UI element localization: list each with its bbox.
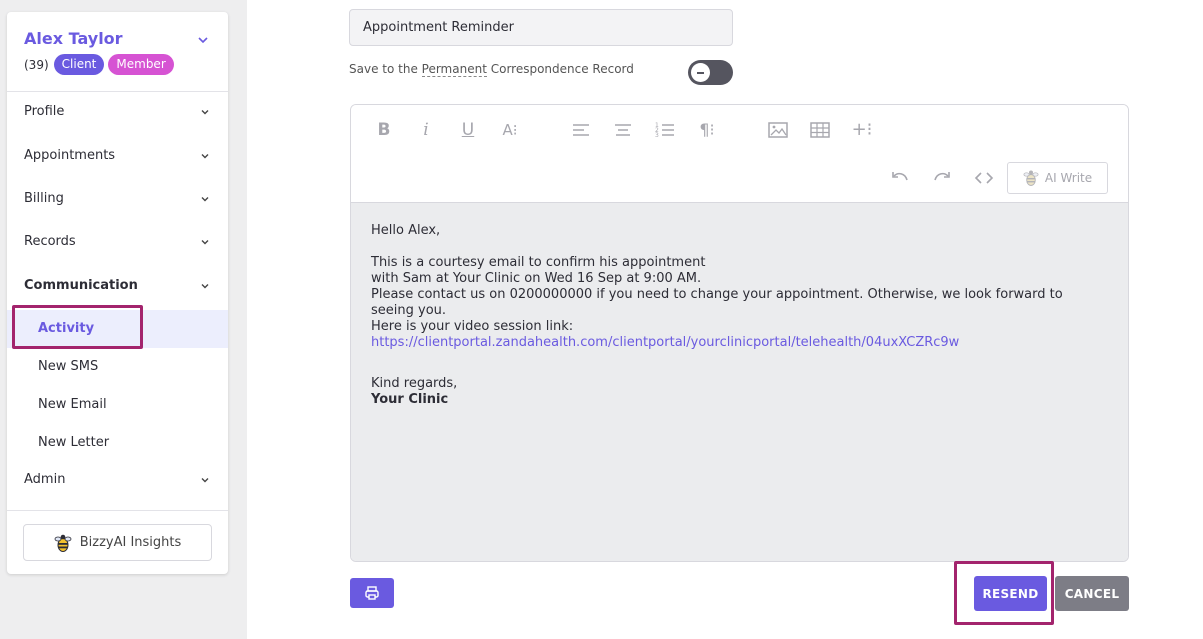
sidebar-subitem-label: Activity [38,321,95,336]
insert-more-icon[interactable]: +⁝ [851,119,873,141]
body-closing: Kind regards, [371,376,458,391]
bee-icon [54,534,72,552]
sidebar-item-billing[interactable]: Billing [7,179,228,221]
ordered-list-icon[interactable]: 123 [654,119,676,141]
body-line: Please contact us on 0200000000 if you n… [371,287,1063,318]
body-line: Here is your video session link: [371,319,574,334]
telehealth-link[interactable]: https://clientportal.zandahealth.com/cli… [371,335,959,350]
chevron-down-icon [201,197,209,202]
chevron-down-icon [201,110,209,115]
sidebar-item-records[interactable]: Records [7,222,228,264]
sidebar-subitem-new-email[interactable]: New Email [7,386,228,424]
save-label-prefix: Save to the [349,62,422,76]
sidebar-item-profile[interactable]: Profile [7,92,228,134]
sidebar-item-label: Profile [24,104,65,119]
sidebar-subitem-label: New Email [38,397,107,412]
sidebar-item-label: Communication [24,278,138,293]
chevron-down-icon [201,154,209,159]
client-badge: Client [53,54,105,75]
chevron-down-icon[interactable] [197,34,209,46]
sidebar-item-label: Billing [24,191,64,206]
sidebar-subitem-label: New Letter [38,435,110,450]
permanent-term[interactable]: Permanent [421,62,487,77]
patient-header: Alex Taylor (39) Client Member [7,12,228,92]
align-left-icon[interactable] [570,119,592,141]
patient-meta: (39) Client Member [24,54,174,75]
save-permanent-toggle[interactable] [688,60,733,85]
chevron-down-icon [201,240,209,245]
sidebar-subitem-new-letter[interactable]: New Letter [7,424,228,462]
sidebar-item-label: Admin [24,472,66,487]
print-button[interactable] [350,578,394,608]
bee-icon [1023,170,1039,186]
bizzyai-insights-button[interactable]: BizzyAI Insights [23,524,212,561]
bizzyai-insights-label: BizzyAI Insights [79,535,182,550]
chevron-down-icon [201,478,209,483]
rich-text-editor: B i U A⁝ 123 ¶⁝ +⁝ AI Write Hello Alex, [350,104,1129,562]
email-body[interactable]: Hello Alex, This is a courtesy email to … [351,203,1128,561]
body-greeting: Hello Alex, [371,223,441,238]
body-line: This is a courtesy email to confirm his … [371,255,706,270]
sidebar-subitem-activity[interactable]: Activity [7,305,228,349]
body-signature: Your Clinic [371,392,449,407]
patient-count: (39) [24,57,49,72]
table-icon[interactable] [809,119,831,141]
save-label-suffix: Correspondence Record [486,62,634,76]
underline-icon[interactable]: U [457,119,479,141]
patient-sidebar: Alex Taylor (39) Client Member Profile A… [7,12,228,574]
sidebar-item-admin[interactable]: Admin [7,460,228,502]
sidebar-subitem-label: New SMS [38,359,99,374]
align-center-icon[interactable] [612,119,634,141]
ai-write-button[interactable]: AI Write [1007,162,1108,194]
svg-text:3: 3 [655,132,659,139]
redo-icon[interactable] [931,167,953,189]
code-view-icon[interactable] [973,167,995,189]
undo-icon[interactable] [889,167,911,189]
body-line: with Sam at Your Clinic on Wed 16 Sep at… [371,271,702,286]
member-badge: Member [108,54,174,75]
cancel-button[interactable]: CANCEL [1055,576,1129,611]
ai-write-label: AI Write [1044,171,1093,185]
paragraph-icon[interactable]: ¶⁝ [696,119,718,141]
bold-icon[interactable]: B [373,119,395,141]
toggle-knob [691,63,710,82]
printer-icon [365,586,379,600]
font-size-icon[interactable]: A⁝ [499,119,521,141]
italic-icon[interactable]: i [415,119,437,141]
resend-button[interactable]: RESEND [974,576,1047,611]
sidebar-subitem-new-sms[interactable]: New SMS [7,348,228,386]
sidebar-item-label: Appointments [24,148,116,163]
chevron-up-icon [201,284,209,289]
sidebar-divider [7,510,228,511]
subject-input[interactable] [349,9,733,46]
editor-toolbar: B i U A⁝ 123 ¶⁝ +⁝ AI Write [351,105,1128,203]
image-icon[interactable] [767,119,789,141]
patient-name[interactable]: Alex Taylor [24,29,123,48]
sidebar-item-communication[interactable]: Communication [7,266,228,308]
sidebar-item-label: Records [24,234,76,249]
sidebar-item-appointments[interactable]: Appointments [7,136,228,178]
save-permanent-label: Save to the Permanent Correspondence Rec… [349,62,634,77]
